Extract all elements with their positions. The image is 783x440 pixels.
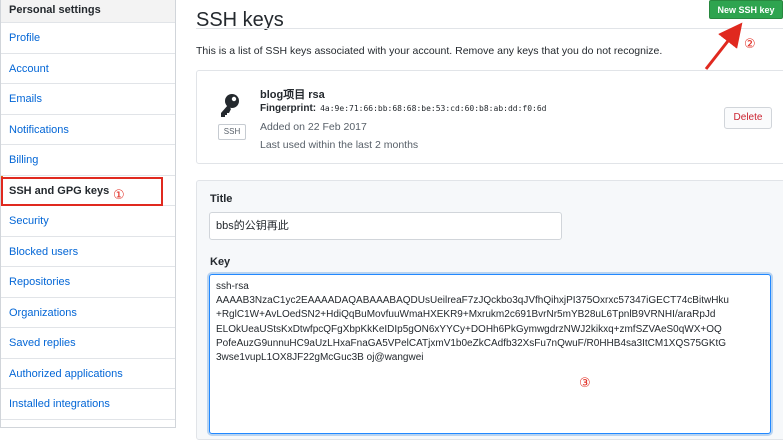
fingerprint-value: 4a:9e:71:66:bb:68:68:be:53:cd:60:b8:ab:d…: [320, 104, 547, 113]
key-textarea[interactable]: ssh-rsa AAAAB3NzaC1yc2EAAAADAQABAAABAQDU…: [209, 274, 771, 434]
key-icon: [221, 94, 239, 117]
key-line: ELOkUeaUStsKxDtwfpcQFgXbpKkKeIDIp5gON6xY…: [216, 323, 722, 335]
ssh-badge: SSH: [218, 124, 246, 140]
title-input[interactable]: bbs的公钥再此: [209, 212, 562, 240]
key-name: blog项目 rsa: [260, 89, 325, 101]
key-line: 3wse1vupL1OX8JF22gMcGuc3B oj@wangwei: [216, 352, 424, 364]
annotation-marker-2: ②: [744, 37, 756, 52]
fingerprint-row: Fingerprint: 4a:9e:71:66:bb:68:68:be:53:c…: [260, 103, 546, 114]
key-line: PofeAuzG9unnuHC9aUzLHxaFnaGA5VPelCATjxmV…: [216, 337, 727, 349]
key-line: AAAAB3NzaC1yc2EAAAADAQABAAABAQDUsUeilrea…: [216, 295, 729, 307]
key-line: +RglC1W+AvLOedSN2+HdiQqBuMovfuuWmaHXEKR9…: [216, 309, 716, 321]
annotation-arrow-2: [704, 22, 743, 70]
key-line: ssh-rsa: [216, 281, 249, 292]
fingerprint-label: Fingerprint:: [260, 103, 317, 114]
title-label: Title: [210, 193, 233, 205]
annotation-marker-3: ③: [579, 376, 591, 391]
key-added-date: Added on 22 Feb 2017: [260, 121, 367, 133]
delete-key-button[interactable]: Delete: [724, 107, 772, 129]
key-last-used: Last used within the last 2 months: [260, 139, 419, 151]
ssh-key-card: SSH blog项目 rsa Fingerprint: 4a:9e:71:66:b…: [196, 70, 783, 164]
key-label: Key: [210, 256, 231, 268]
